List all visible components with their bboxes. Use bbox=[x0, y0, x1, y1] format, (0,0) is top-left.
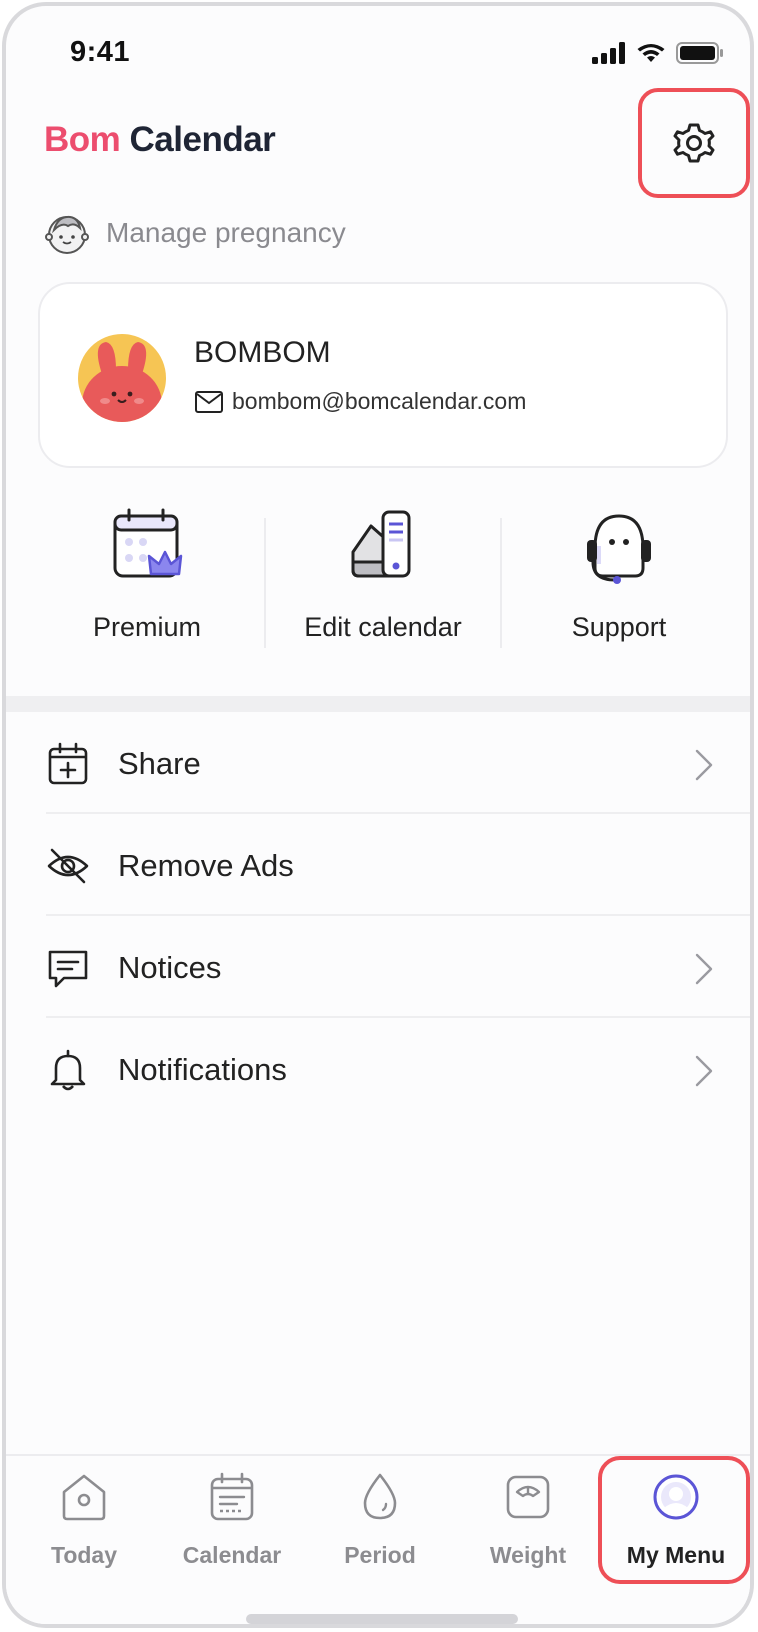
support-button[interactable]: Support bbox=[502, 506, 736, 656]
eye-off-icon bbox=[47, 848, 89, 884]
edit-calendar-icon bbox=[351, 510, 411, 578]
wifi-icon bbox=[637, 44, 665, 62]
status-bar: 9:41 bbox=[6, 6, 750, 96]
header: Bom Calendar bbox=[6, 88, 750, 198]
menu-item-label: Notices bbox=[118, 950, 222, 985]
menu-item-label: Notifications bbox=[118, 1052, 287, 1087]
chevron-right-icon bbox=[695, 1055, 713, 1087]
status-icons bbox=[592, 42, 724, 64]
profile-email-row: bombom@bomcalendar.com bbox=[194, 388, 526, 415]
quick-actions: Premium Edit calendar Support bbox=[6, 506, 750, 656]
premium-calendar-icon bbox=[113, 508, 183, 578]
menu-item-notices[interactable]: Notices bbox=[6, 916, 750, 1018]
home-indicator[interactable] bbox=[246, 1614, 518, 1624]
chevron-right-icon bbox=[695, 749, 713, 781]
profile-email: bombom@bomcalendar.com bbox=[232, 388, 527, 414]
menu-item-notifications[interactable]: Notifications bbox=[6, 1018, 750, 1120]
mail-icon bbox=[195, 390, 223, 413]
support-label: Support bbox=[571, 612, 667, 642]
message-icon bbox=[48, 950, 88, 988]
avatar bbox=[78, 334, 166, 422]
logo-part-bom: Bom bbox=[44, 120, 121, 159]
premium-label: Premium bbox=[92, 612, 201, 642]
support-headset-icon bbox=[587, 514, 651, 584]
tab-bar: Today Calendar Period Weight My Menu bbox=[6, 1454, 750, 1624]
scale-icon bbox=[506, 1475, 550, 1519]
menu-item-remove-ads[interactable]: Remove Ads bbox=[6, 814, 750, 916]
profile-card[interactable]: BOMBOM bombom@bomcalendar.com bbox=[38, 282, 728, 468]
edit-calendar-button[interactable]: Edit calendar bbox=[266, 506, 500, 656]
my-menu-highlight bbox=[598, 1456, 750, 1584]
signal-icon bbox=[592, 42, 625, 64]
section-divider bbox=[6, 696, 750, 712]
tab-label: Period bbox=[344, 1542, 416, 1568]
manage-pregnancy-label: Manage pregnancy bbox=[106, 217, 346, 248]
bell-icon bbox=[50, 1049, 86, 1091]
tab-weight[interactable]: Weight bbox=[454, 1472, 602, 1582]
tab-period[interactable]: Period bbox=[306, 1472, 454, 1582]
status-time: 9:41 bbox=[70, 36, 131, 68]
gear-icon bbox=[673, 123, 715, 163]
home-icon bbox=[62, 1474, 106, 1521]
app-logo: Bom Calendar bbox=[44, 120, 276, 160]
menu-list: Share Remove Ads Notices Notifications bbox=[6, 712, 750, 1120]
baby-icon bbox=[45, 215, 89, 254]
tab-label: Calendar bbox=[182, 1542, 282, 1568]
tab-label: Today bbox=[50, 1542, 118, 1568]
calendar-add-icon bbox=[48, 742, 88, 785]
premium-button[interactable]: Premium bbox=[30, 506, 264, 656]
tab-label: Weight bbox=[489, 1542, 567, 1568]
tab-calendar[interactable]: Calendar bbox=[158, 1472, 306, 1582]
settings-button[interactable] bbox=[638, 88, 750, 198]
drop-icon bbox=[363, 1473, 397, 1520]
chevron-right-icon bbox=[695, 953, 713, 985]
menu-item-label: Remove Ads bbox=[118, 848, 294, 883]
logo-part-calendar: Calendar bbox=[129, 120, 276, 159]
calendar-icon bbox=[210, 1472, 254, 1521]
manage-pregnancy-link[interactable]: Manage pregnancy bbox=[44, 210, 346, 256]
edit-calendar-label: Edit calendar bbox=[304, 612, 462, 642]
profile-name: BOMBOM bbox=[194, 336, 331, 369]
menu-item-label: Share bbox=[118, 746, 201, 781]
tab-today[interactable]: Today bbox=[10, 1472, 158, 1582]
menu-item-share[interactable]: Share bbox=[6, 712, 750, 814]
battery-icon bbox=[676, 42, 723, 64]
phone-frame: 9:41 Bom Calendar Manage pregnancy BOMBO… bbox=[2, 2, 754, 1628]
